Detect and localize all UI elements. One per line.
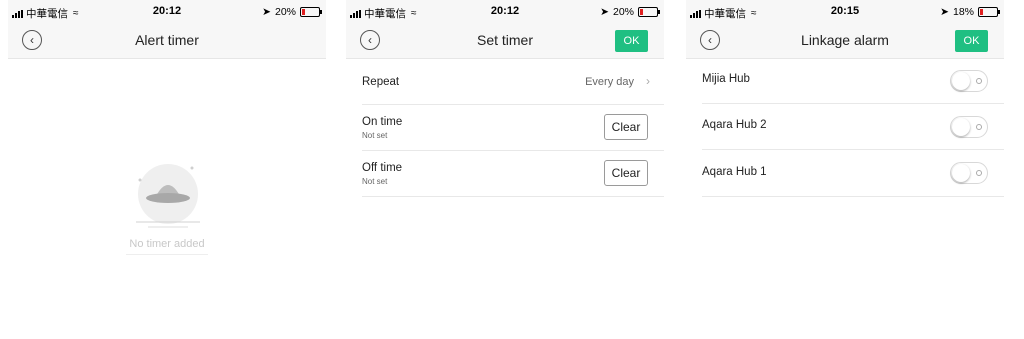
nav-bar: ‹ Linkage alarm OK bbox=[686, 22, 1004, 59]
off-time-row[interactable]: Off time Not set Clear bbox=[362, 151, 664, 197]
hub-toggle[interactable] bbox=[950, 70, 988, 92]
divider bbox=[126, 254, 208, 255]
battery-icon bbox=[978, 7, 1000, 17]
battery-percent: 20% bbox=[274, 6, 296, 18]
battery-percent: 20% bbox=[612, 6, 634, 18]
status-bar: 中華電信 ≈ 20:12 ➤ 20% bbox=[346, 0, 664, 22]
on-time-status: Not set bbox=[362, 131, 388, 140]
ok-button[interactable]: OK bbox=[955, 30, 988, 52]
hub-toggle[interactable] bbox=[950, 162, 988, 184]
off-time-label: Off time bbox=[362, 162, 403, 174]
battery-icon bbox=[300, 7, 322, 17]
ok-button[interactable]: OK bbox=[615, 30, 648, 52]
on-time-clear-button[interactable]: Clear bbox=[604, 114, 648, 140]
empty-state-text: No timer added bbox=[129, 238, 205, 250]
repeat-value: Every day bbox=[585, 76, 634, 88]
status-bar: 中華電信 ≈ 20:15 ➤ 18% bbox=[686, 0, 1004, 22]
battery-percent: 18% bbox=[952, 6, 974, 18]
ufo-illustration-icon bbox=[136, 164, 200, 228]
location-icon: ➤ bbox=[940, 6, 949, 18]
off-time-clear-button[interactable]: Clear bbox=[604, 160, 648, 186]
page-title: Alert timer bbox=[135, 32, 199, 48]
hub-name: Mijia Hub bbox=[702, 73, 750, 85]
hub-row: Aqara Hub 1 bbox=[702, 150, 1004, 197]
battery-icon bbox=[638, 7, 660, 17]
hub-toggle[interactable] bbox=[950, 116, 988, 138]
hub-name: Aqara Hub 1 bbox=[702, 166, 767, 178]
set-timer-screen: 中華電信 ≈ 20:12 ➤ 20% ‹ Set timer OK Repeat… bbox=[346, 0, 664, 339]
nav-bar: ‹ Alert timer bbox=[8, 22, 326, 59]
alert-timer-screen: 中華電信 ≈ 20:12 ➤ 20% ‹ Alert timer No time… bbox=[8, 0, 326, 339]
status-bar: 中華電信 ≈ 20:12 ➤ 20% bbox=[8, 0, 326, 22]
off-time-status: Not set bbox=[362, 177, 388, 186]
location-icon: ➤ bbox=[262, 6, 271, 18]
linkage-alarm-screen: 中華電信 ≈ 20:15 ➤ 18% ‹ Linkage alarm OK Mi… bbox=[686, 0, 1004, 339]
on-time-row[interactable]: On time Not set Clear bbox=[362, 105, 664, 151]
repeat-label: Repeat bbox=[362, 76, 400, 88]
nav-bar: ‹ Set timer OK bbox=[346, 22, 664, 59]
hub-name: Aqara Hub 2 bbox=[702, 119, 767, 131]
chevron-right-icon: › bbox=[646, 74, 650, 88]
hub-row: Aqara Hub 2 bbox=[702, 104, 1004, 150]
location-icon: ➤ bbox=[600, 6, 609, 18]
repeat-row[interactable]: Repeat Every day › bbox=[362, 59, 664, 105]
on-time-label: On time bbox=[362, 116, 403, 128]
hub-row: Mijia Hub bbox=[702, 59, 1004, 104]
